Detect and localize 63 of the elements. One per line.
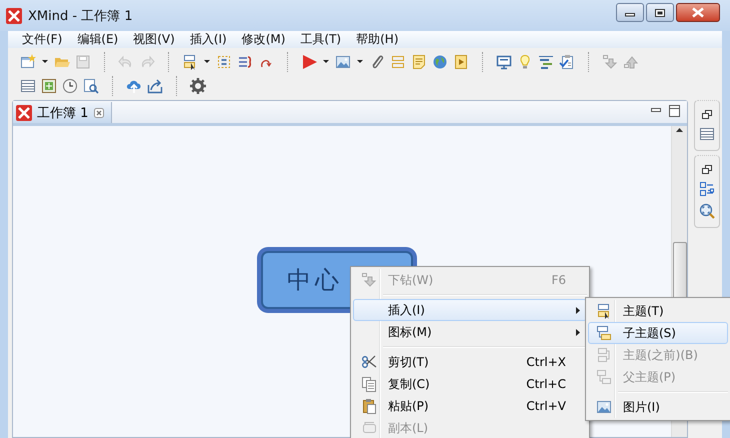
scroll-up-arrow-icon[interactable] — [675, 126, 684, 134]
menu-item[interactable]: 图标(M) — [353, 321, 587, 343]
menu-item[interactable]: 插入(I) — [190, 31, 227, 48]
summary-icon[interactable] — [237, 54, 253, 70]
boundary-icon[interactable] — [216, 54, 232, 70]
topic-icon — [596, 303, 612, 319]
menu-item[interactable]: 主题(T) — [588, 300, 728, 322]
preview-icon[interactable] — [83, 78, 99, 94]
table-icon[interactable] — [20, 78, 36, 94]
subtopic-icon — [596, 325, 612, 341]
sheet-image-icon[interactable] — [41, 78, 57, 94]
xmind-logo-icon — [16, 104, 32, 120]
task-icon[interactable] — [559, 54, 575, 70]
xmind-logo-icon — [6, 8, 22, 24]
note-icon[interactable] — [411, 54, 427, 70]
zoom-fit-icon[interactable] — [699, 203, 715, 219]
duplicate-icon — [361, 420, 377, 436]
play-document-icon[interactable] — [453, 54, 469, 70]
close-icon — [691, 7, 705, 18]
close-button[interactable] — [676, 3, 720, 22]
table-icon[interactable] — [699, 126, 715, 142]
export-icon[interactable] — [147, 78, 163, 94]
menu-item[interactable]: 修改(M) — [242, 31, 286, 48]
menu-item[interactable]: 帮助(H) — [356, 31, 399, 48]
scissors-icon — [361, 354, 377, 370]
menu-item[interactable]: 剪切(T) Ctrl+X — [353, 351, 587, 373]
picture-icon — [596, 399, 612, 415]
menu-item[interactable]: 图片(I) — [588, 396, 728, 418]
new-document-icon[interactable] — [20, 54, 36, 70]
maximize-icon — [654, 8, 666, 18]
clock-icon[interactable] — [62, 78, 78, 94]
copy-icon — [361, 376, 377, 392]
submenu-arrow-icon — [575, 306, 581, 314]
drill-down-icon — [361, 272, 377, 288]
restore-icon[interactable] — [701, 109, 713, 120]
menu-item[interactable]: 复制(C) Ctrl+C — [353, 373, 587, 395]
editor-tab[interactable]: 工作簿 1 — [13, 102, 112, 123]
menu-item[interactable]: 子主题(S) — [588, 322, 728, 344]
topic-before-icon — [596, 347, 612, 363]
maximize-button[interactable] — [646, 3, 674, 22]
restore-icon[interactable] — [701, 164, 713, 175]
menu-item[interactable]: 插入(I) — [353, 299, 587, 321]
picture-icon[interactable] — [335, 54, 351, 70]
submenu-arrow-icon — [575, 328, 581, 336]
parent-topic-icon — [596, 369, 612, 385]
gantt-icon[interactable] — [538, 54, 554, 70]
topic-icon[interactable] — [182, 54, 198, 70]
presentation-icon[interactable] — [496, 54, 512, 70]
menu-item[interactable]: 文件(F) — [22, 31, 62, 48]
paste-icon — [361, 398, 377, 414]
menu-item[interactable]: 编辑(E) — [77, 31, 118, 48]
close-icon[interactable] — [93, 106, 106, 118]
outline-icon[interactable] — [699, 181, 715, 197]
menu-item[interactable]: 工具(T) — [300, 31, 342, 48]
upload-icon[interactable] — [126, 78, 142, 94]
flag-icon[interactable] — [301, 54, 317, 70]
window-title: XMind - 工作簿 1 — [28, 8, 134, 24]
settings-icon[interactable] — [190, 78, 206, 94]
globe-icon[interactable] — [432, 54, 448, 70]
menu-item[interactable]: 粘贴(P) Ctrl+V — [353, 395, 587, 417]
maximize-icon[interactable] — [668, 104, 681, 118]
minimize-button[interactable] — [616, 3, 644, 22]
menu-item[interactable]: 视图(V) — [133, 31, 175, 48]
